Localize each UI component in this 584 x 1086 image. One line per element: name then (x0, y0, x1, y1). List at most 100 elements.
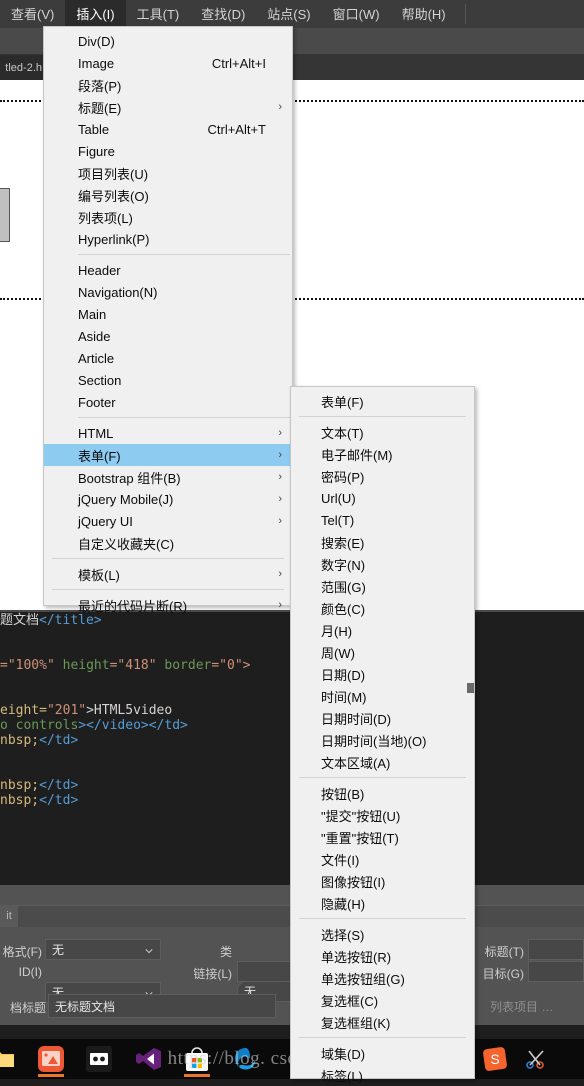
insert-menu-item-0-2[interactable]: 段落(P) (44, 74, 292, 96)
canvas-placeholder-element[interactable] (0, 188, 10, 242)
form-submenu-item-0-12[interactable]: 时间(M) (291, 685, 474, 707)
menu-item-label: 颜色(C) (321, 601, 366, 617)
form-submenu-item-0-8[interactable]: 颜色(C) (291, 597, 474, 619)
menu-item-label: 图像按钮(I) (321, 874, 386, 890)
form-submenu-item-1-1[interactable]: "提交"按钮(U) (291, 804, 474, 826)
id-label: ID(I) (18, 965, 42, 979)
insert-menu-item-1-4[interactable]: Article (44, 347, 292, 369)
form-submenu-item-0-7[interactable]: 范围(G) (291, 575, 474, 597)
menu-item-label: 文本区域(A) (321, 755, 391, 771)
file-explorer-icon[interactable] (0, 1048, 16, 1070)
taskbar-active-indicator-dreamweaver (38, 1074, 64, 1077)
insert-menu-item-2-3[interactable]: jQuery Mobile(J) › (44, 488, 292, 510)
insert-menu-item-2-2[interactable]: Bootstrap 组件(B) › (44, 466, 292, 488)
insert-menu-item-3-0[interactable]: 模板(L) › (44, 563, 292, 585)
menubar-item-0[interactable]: 查看(V) (0, 0, 65, 29)
form-submenu-item-1-2[interactable]: "重置"按钮(T) (291, 826, 474, 848)
form-submenu-item-3-0[interactable]: 域集(D) (291, 1042, 474, 1064)
microsoft-store-icon[interactable] (184, 1045, 210, 1073)
submenu-scroll-thumb[interactable] (467, 683, 474, 693)
list-item-button[interactable]: 列表项目 … (490, 997, 580, 1015)
form-submenu-item-0-2[interactable]: 密码(P) (291, 465, 474, 487)
properties-tab-it[interactable]: it (0, 905, 18, 927)
form-submenu-item-1-3[interactable]: 文件(I) (291, 848, 474, 870)
insert-menu-item-0-5[interactable]: Figure (44, 140, 292, 162)
document-tab[interactable]: tled-2.h (0, 55, 45, 80)
menubar-item-2[interactable]: 工具(T) (126, 0, 191, 29)
insert-menu-item-0-4[interactable]: Table Ctrl+Alt+T (44, 118, 292, 140)
menubar-item-3[interactable]: 查找(D) (190, 0, 256, 29)
insert-menu-item-0-0[interactable]: Div(D) (44, 30, 292, 52)
form-submenu-item-0-1[interactable]: 电子邮件(M) (291, 443, 474, 465)
form-submenu-item-0-3[interactable]: Url(U) (291, 487, 474, 509)
form-submenu-item-1-0[interactable]: 按钮(B) (291, 782, 474, 804)
menu-item-label: Url(U) (321, 490, 356, 506)
form-submenu-item-0-10[interactable]: 周(W) (291, 641, 474, 663)
insert-menu-item-0-8[interactable]: 列表项(L) (44, 206, 292, 228)
menu-item-label: 标题(E) (78, 100, 122, 116)
insert-menu-item-0-9[interactable]: Hyperlink(P) (44, 228, 292, 250)
insert-menu-item-1-0[interactable]: Header (44, 259, 292, 281)
insert-menu-item-2-5[interactable]: 自定义收藏夹(C) (44, 532, 292, 554)
insert-menu-item-1-6[interactable]: Footer (44, 391, 292, 413)
menubar-item-4[interactable]: 站点(S) (256, 0, 321, 29)
form-submenu-item-1-5[interactable]: 隐藏(H) (291, 892, 474, 914)
photoshop-icon[interactable] (86, 1046, 112, 1072)
menu-item-label: jQuery Mobile(J) (78, 491, 174, 507)
code-token: border (156, 658, 212, 673)
form-submenu-item-2-4[interactable]: 复选框组(K) (291, 1011, 474, 1033)
form-submenu-item-0-5[interactable]: 搜索(E) (291, 531, 474, 553)
insert-menu-item-0-6[interactable]: 项目列表(U) (44, 162, 292, 184)
menu-separator (78, 417, 290, 418)
form-submenu-item-0-15[interactable]: 文本区域(A) (291, 751, 474, 773)
insert-menu-item-0-3[interactable]: 标题(E) › (44, 96, 292, 118)
form-submenu-item-3-1[interactable]: 标签(L) (291, 1064, 474, 1086)
form-submenu-item-0-6[interactable]: 数字(N) (291, 553, 474, 575)
insert-menu-item-0-1[interactable]: Image Ctrl+Alt+I (44, 52, 292, 74)
form-submenu-item-0-4[interactable]: Tel(T) (291, 509, 474, 531)
menu-item-label: 段落(P) (78, 78, 122, 94)
insert-menu-item-1-2[interactable]: Main (44, 303, 292, 325)
wps-icon[interactable]: S (482, 1046, 508, 1072)
document-title-input[interactable]: 无标题文档 (48, 994, 276, 1018)
form-submenu-item-0-11[interactable]: 日期(D) (291, 663, 474, 685)
menu-item-label: 文件(I) (321, 852, 360, 868)
form-submenu-item-0-13[interactable]: 日期时间(D) (291, 707, 474, 729)
insert-menu-item-0-7[interactable]: 编号列表(O) (44, 184, 292, 206)
visual-studio-icon[interactable] (135, 1046, 161, 1072)
form-submenu-item-1-4[interactable]: 图像按钮(I) (291, 870, 474, 892)
form-submenu-item-2-3[interactable]: 复选框(C) (291, 989, 474, 1011)
insert-menu-item-2-4[interactable]: jQuery UI › (44, 510, 292, 532)
target-input[interactable] (528, 961, 584, 982)
menubar-item-5[interactable]: 窗口(W) (322, 0, 391, 29)
code-token: "201" (46, 703, 87, 718)
form-submenu-item-0-9[interactable]: 月(H) (291, 619, 474, 641)
code-token: </td> (39, 793, 79, 808)
form-submenu-item-2-2[interactable]: 单选按钮组(G) (291, 967, 474, 989)
form-submenu-item-2-0[interactable]: 选择(S) (291, 923, 474, 945)
format-select[interactable]: 无 (45, 939, 161, 960)
menubar-item-1[interactable]: 插入(I) (65, 0, 126, 29)
snip-icon[interactable] (524, 1047, 548, 1071)
form-submenu-popup[interactable]: 表单(F) 文本(T) 电子邮件(M) 密码(P) Url(U) Tel(T) 搜索(E) 数… (290, 386, 475, 1084)
form-submenu-header[interactable]: 表单(F) (291, 390, 474, 412)
dreamweaver-icon[interactable] (38, 1046, 64, 1072)
menu-item-label: Image (78, 55, 115, 71)
insert-menu-item-2-1[interactable]: 表单(F) › (44, 444, 292, 466)
title-input[interactable] (528, 939, 584, 960)
insert-menu-item-1-1[interactable]: Navigation(N) (44, 281, 292, 303)
menu-separator (299, 1037, 466, 1038)
form-submenu-item-2-1[interactable]: 单选按钮(R) (291, 945, 474, 967)
form-submenu-item-0-0[interactable]: 文本(T) (291, 421, 474, 443)
document-title-label: 档标题 (9, 1001, 46, 1015)
form-submenu-item-0-14[interactable]: 日期时间(当地)(O) (291, 729, 474, 751)
insert-menu-item-1-3[interactable]: Aside (44, 325, 292, 347)
menubar-item-6[interactable]: 帮助(H) (391, 0, 457, 29)
menu-separator (299, 416, 466, 417)
edge-browser-icon[interactable] (233, 1046, 259, 1072)
menu-item-label: Header (78, 262, 121, 278)
insert-menu-item-2-0[interactable]: HTML › (44, 422, 292, 444)
insert-menu-popup[interactable]: Div(D) Image Ctrl+Alt+I 段落(P) 标题(E) › Table Ctr… (43, 26, 293, 614)
insert-menu-item-4-0[interactable]: 最近的代码片断(R) › (44, 594, 292, 616)
insert-menu-item-1-5[interactable]: Section (44, 369, 292, 391)
